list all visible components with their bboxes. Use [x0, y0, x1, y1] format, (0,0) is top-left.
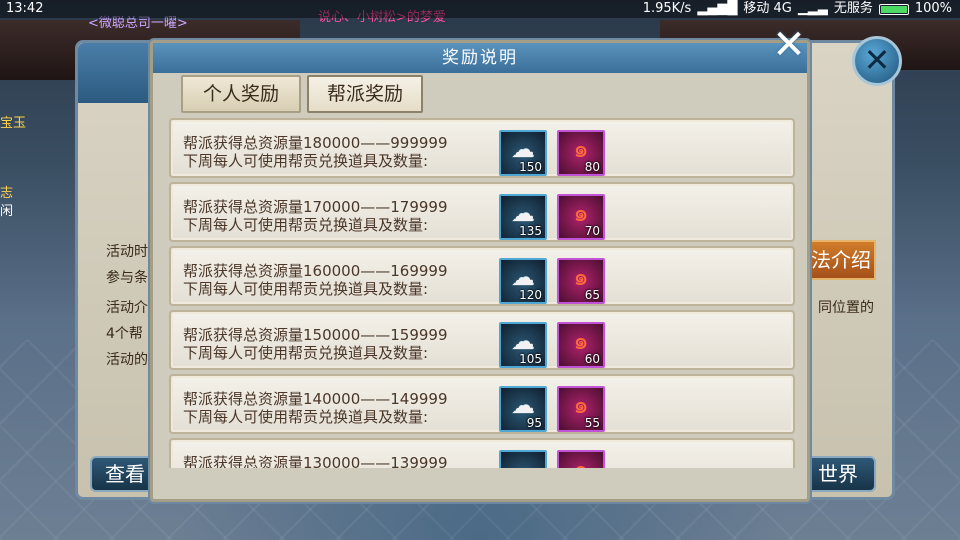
cloud-item-icon-glyph: ☁ [501, 454, 545, 468]
fire-swirl-item-icon-glyph: ๑ [559, 454, 603, 468]
cloud-item-icon[interactable]: ☁ 105 [499, 322, 547, 368]
background-label: 志 [0, 186, 14, 201]
intro-button[interactable]: 法介绍 [806, 240, 876, 280]
close-icon[interactable]: ✕ [772, 25, 806, 65]
list-item: 帮派获得总资源量180000——999999 下周每人可使用帮贡兑换道具及数量: ☁… [169, 118, 795, 178]
world-button[interactable]: 世界 [800, 456, 876, 492]
panel-close-icon[interactable]: ✕ [852, 36, 902, 86]
reward-tabs: 个人奖励 帮派奖励 [181, 75, 423, 113]
reward-desc-text: 下周每人可使用帮贡兑换道具及数量: [183, 280, 429, 298]
no-signal-icon: ▁▂▃ [797, 1, 828, 16]
cloud-item-icon[interactable]: ☁ 95 [499, 386, 547, 432]
item-quantity: 135 [519, 224, 542, 238]
dialog-title: 奖励说明 [153, 43, 807, 73]
reward-desc-text: 下周每人可使用帮贡兑换道具及数量: [183, 216, 429, 234]
panel-text: 同位置的 [818, 300, 874, 316]
list-item: 帮派获得总资源量160000——169999 下周每人可使用帮贡兑换道具及数量: ☁… [169, 246, 795, 306]
background-label: 闲 [0, 204, 14, 219]
reward-desc-text: 下周每人可使用帮贡兑换道具及数量: [183, 408, 429, 426]
item-quantity: 70 [584, 224, 600, 238]
reward-desc-text: 下周每人可使用帮贡兑换道具及数量: [183, 152, 429, 170]
item-quantity: 80 [584, 160, 600, 174]
item-quantity: 60 [584, 352, 600, 366]
fire-swirl-item-icon[interactable]: ๑ 55 [557, 386, 605, 432]
item-quantity: 65 [584, 288, 600, 302]
fire-swirl-item-icon[interactable]: ๑ 80 [557, 130, 605, 176]
status-right: 1.95K/s ▂▄▆█ 移动 4G ▁▂▃ 无服务 100% [643, 0, 952, 18]
carrier-label: 移动 4G [743, 1, 792, 16]
signal-icon: ▂▄▆█ [697, 1, 738, 16]
reward-desc-text: 下周每人可使用帮贡兑换道具及数量: [183, 344, 429, 362]
item-quantity: 150 [519, 160, 542, 174]
fire-swirl-item-icon[interactable]: ๑ 65 [557, 258, 605, 304]
tab-personal-reward[interactable]: 个人奖励 [181, 75, 301, 113]
list-item: 帮派获得总资源量130000——139999 ☁ ๑ [169, 438, 795, 468]
battery-icon [878, 3, 909, 15]
item-quantity: 95 [526, 416, 542, 430]
reward-range-text: 帮派获得总资源量130000——139999 [183, 454, 448, 468]
list-item: 帮派获得总资源量150000——159999 下周每人可使用帮贡兑换道具及数量: ☁… [169, 310, 795, 370]
tab-guild-reward[interactable]: 帮派奖励 [307, 75, 423, 113]
panel-text: 活动的 [106, 352, 148, 368]
fire-swirl-item-icon[interactable]: ๑ 70 [557, 194, 605, 240]
item-quantity: 55 [584, 416, 600, 430]
battery-label: 100% [914, 1, 952, 16]
panel-text: 活动时 [106, 244, 148, 260]
fire-swirl-item-icon[interactable]: ๑ [557, 450, 605, 468]
status-bar: 13:42 1.95K/s ▂▄▆█ 移动 4G ▁▂▃ 无服务 100% [0, 0, 960, 18]
cloud-item-icon[interactable]: ☁ 120 [499, 258, 547, 304]
list-item: 帮派获得总资源量170000——179999 下周每人可使用帮贡兑换道具及数量: ☁… [169, 182, 795, 242]
panel-text: 活动介 [106, 300, 148, 316]
status-time: 13:42 [6, 1, 44, 16]
reward-dialog: 奖励说明 个人奖励 帮派奖励 帮派获得总资源量180000——999999 下周每… [150, 40, 810, 502]
panel-text: 参与条 [106, 270, 148, 286]
panel-text: 4个帮 [106, 326, 143, 342]
fire-swirl-item-icon[interactable]: ๑ 60 [557, 322, 605, 368]
cloud-item-icon[interactable]: ☁ 135 [499, 194, 547, 240]
service-label: 无服务 [833, 1, 873, 16]
network-speed: 1.95K/s [642, 1, 692, 16]
background-label: 宝玉 [0, 116, 27, 131]
item-quantity: 120 [519, 288, 542, 302]
reward-list[interactable]: 帮派获得总资源量180000——999999 下周每人可使用帮贡兑换道具及数量: ☁… [169, 118, 795, 468]
list-item: 帮派获得总资源量140000——149999 下周每人可使用帮贡兑换道具及数量: ☁… [169, 374, 795, 434]
item-quantity: 105 [519, 352, 542, 366]
cloud-item-icon[interactable]: ☁ [499, 450, 547, 468]
cloud-item-icon[interactable]: ☁ 150 [499, 130, 547, 176]
